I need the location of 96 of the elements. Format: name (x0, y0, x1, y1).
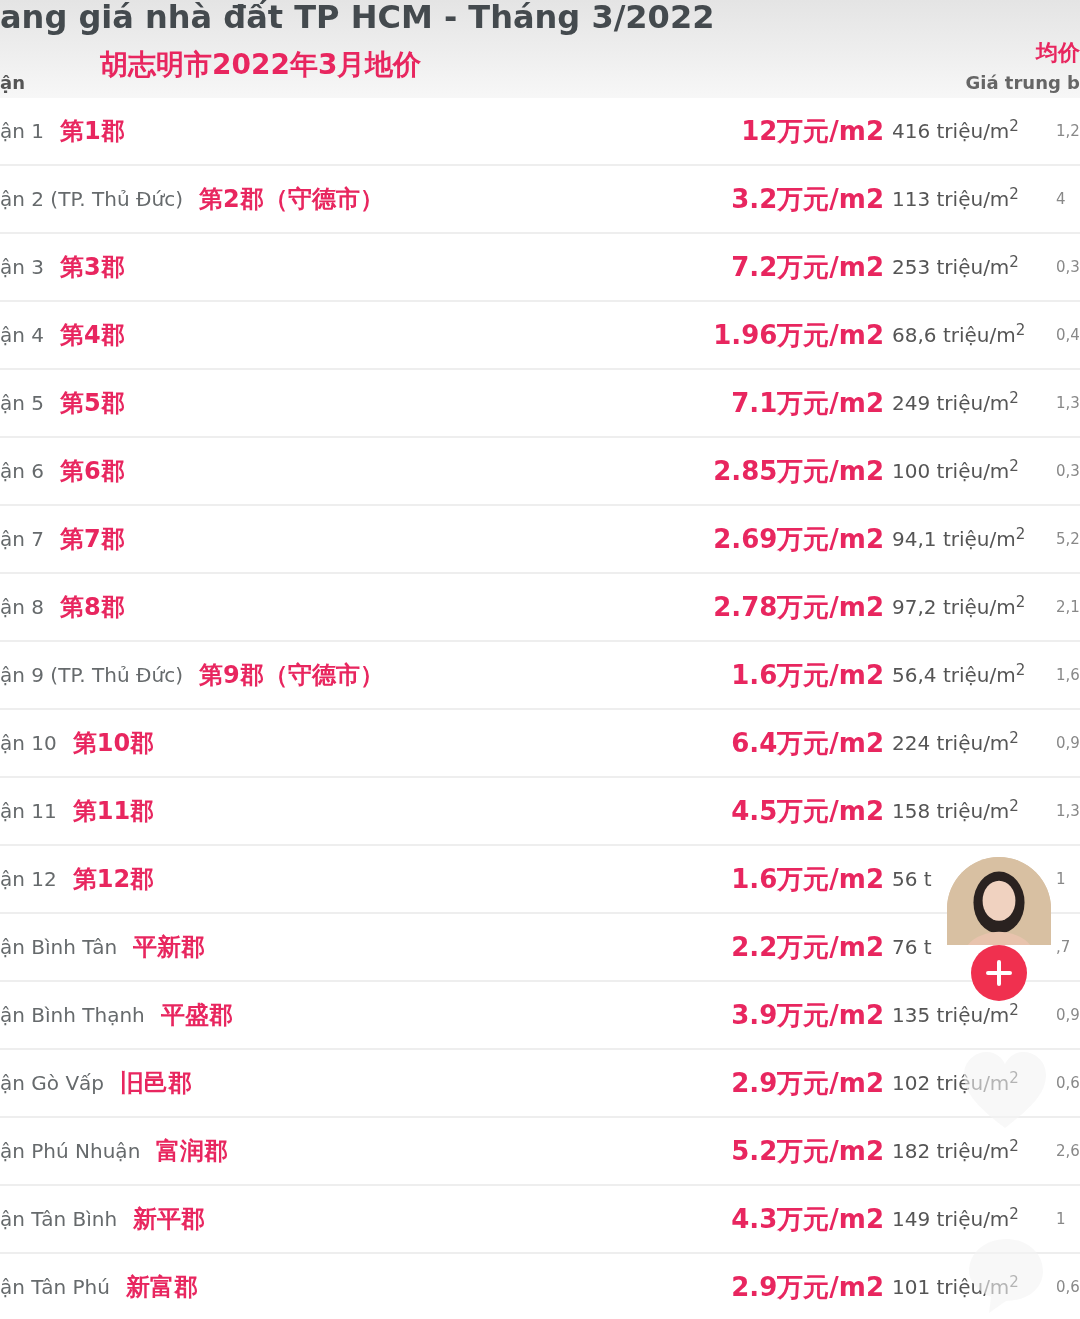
district-name-chinese: 第1郡 (60, 116, 125, 147)
district-name: ận 2 (TP. Thủ Đức) (0, 186, 183, 213)
price-yuan: 4.5万元/m2 (730, 794, 884, 828)
table-cell-text: 0,9 (1056, 1004, 1080, 1026)
district-name-chinese: 第6郡 (60, 456, 125, 487)
district-name: ận 10 (0, 730, 57, 757)
table-cell-text: 1 (1056, 868, 1067, 890)
price-vnd: 68,6 triệu/m$^{2}$ (892, 320, 1027, 349)
district-name: ận 1 (0, 118, 44, 145)
district-name: ận 11 (0, 798, 57, 825)
district-name-chinese: 第7郡 (60, 524, 125, 555)
price-yuan: 6.4万元/m2 (730, 726, 884, 760)
price-vnd: 56 t (892, 866, 933, 893)
price-yuan: 3.2万元/m2 (730, 182, 884, 216)
price-vnd: 101 triệu/m$^{2}$ (892, 1272, 1020, 1301)
price-vnd: 100 triệu/m$^{2}$ (892, 456, 1020, 485)
price-yuan: 2.2万元/m2 (730, 930, 884, 964)
price-vnd: 224 triệu/m$^{2}$ (892, 728, 1020, 757)
district-name-chinese: 新平郡 (133, 1204, 206, 1235)
district-name-chinese: 第10郡 (72, 728, 155, 759)
price-yuan: 5.2万元/m2 (730, 1134, 884, 1168)
district-name-chinese: 新富郡 (125, 1272, 198, 1303)
price-yuan: 2.78万元/m2 (712, 590, 884, 624)
price-yuan: 1.6万元/m2 (730, 658, 884, 692)
table-cell-text: 0,3 (1056, 460, 1080, 482)
district-name-chinese: 富润郡 (156, 1136, 229, 1167)
district-name: ận 5 (0, 390, 44, 417)
price-vnd: 416 triệu/m$^{2}$ (892, 116, 1020, 145)
district-name: ận 4 (0, 322, 44, 349)
district-name: ận Phú Nhuận (0, 1138, 141, 1165)
plus-icon (985, 959, 1013, 987)
price-yuan: 1.96万元/m2 (712, 318, 884, 352)
price-yuan: 3.9万元/m2 (730, 998, 884, 1032)
price-vnd: 253 triệu/m$^{2}$ (892, 252, 1020, 281)
district-name-chinese: 第9郡（守德市） (198, 660, 384, 691)
price-vnd: 76 t (892, 934, 933, 961)
price-vnd: 249 triệu/m$^{2}$ (892, 388, 1020, 417)
district-name-chinese: 第4郡 (60, 320, 125, 351)
district-name-chinese: 第5郡 (60, 388, 125, 419)
price-vnd: 149 triệu/m$^{2}$ (892, 1204, 1020, 1233)
table-cell-text: 0,9 (1056, 732, 1080, 754)
district-name: ận Bình Tân (0, 934, 118, 961)
table-cell-text: 0,6 (1056, 1072, 1080, 1094)
table-cell-text: 1,2 (1056, 120, 1080, 142)
price-yuan: 1.6万元/m2 (730, 862, 884, 896)
district-name: ận 7 (0, 526, 44, 553)
district-name: ận 3 (0, 254, 44, 281)
district-name: ận 8 (0, 594, 44, 621)
table-cell-text: 0,4 (1056, 324, 1080, 346)
price-vnd: 56,4 triệu/m$^{2}$ (892, 660, 1027, 689)
price-vnd: 113 triệu/m$^{2}$ (892, 184, 1020, 213)
column-header-chinese: 均价 (1036, 39, 1080, 67)
table-cell-text: 5,2 (1056, 528, 1080, 550)
district-name: ận 9 (TP. Thủ Đức) (0, 662, 183, 689)
district-name: ận Bình Thạnh (0, 1002, 145, 1029)
price-vnd: 135 triệu/m$^{2}$ (892, 1000, 1020, 1029)
district-name: ận Tân Bình (0, 1206, 118, 1233)
page-title: ang giá nhà đất TP HCM - Tháng 3/2022 (0, 0, 716, 36)
district-name: ận Tân Phú (0, 1274, 110, 1301)
table-cell-text: 1,6 (1056, 664, 1080, 686)
price-vnd: 102 triệu/m$^{2}$ (892, 1068, 1020, 1097)
price-yuan: 2.9万元/m2 (730, 1270, 884, 1304)
district-name-chinese: 第8郡 (60, 592, 125, 623)
district-name: ận 12 (0, 866, 57, 893)
price-vnd: 94,1 triệu/m$^{2}$ (892, 524, 1027, 553)
price-vnd: 158 triệu/m$^{2}$ (892, 796, 1020, 825)
district-name-chinese: 旧邑郡 (120, 1068, 192, 1099)
district-name-chinese: 平新郡 (133, 932, 206, 963)
price-yuan: 7.2万元/m2 (730, 250, 884, 284)
district-name-chinese: 第11郡 (72, 796, 155, 827)
column-header: ận (0, 71, 26, 95)
table-cell-text: 0,6 (1056, 1276, 1080, 1298)
price-yuan: 2.69万元/m2 (712, 522, 884, 556)
price-yuan: 2.85万元/m2 (712, 454, 884, 488)
price-yuan: 2.9万元/m2 (730, 1066, 884, 1100)
district-name-chinese: 第12郡 (72, 864, 155, 895)
price-yuan: 7.1万元/m2 (730, 386, 884, 420)
district-name-chinese: 第2郡（守德市） (198, 184, 384, 215)
table-cell-text: 1,3 (1056, 800, 1080, 822)
price-vnd: 182 triệu/m$^{2}$ (892, 1136, 1020, 1165)
table-cell-text: ,7 (1056, 936, 1072, 958)
district-name: ận Gò Vấp (0, 1070, 104, 1097)
price-vnd: 97,2 triệu/m$^{2}$ (892, 592, 1027, 621)
table-cell-text: 2,6 (1056, 1140, 1080, 1162)
district-name: ận 6 (0, 458, 44, 485)
price-yuan: 12万元/m2 (740, 114, 884, 148)
column-header: Giá trung b (965, 71, 1080, 95)
district-name-chinese: 平盛郡 (160, 1000, 233, 1031)
table-cell-text: 1,3 (1056, 392, 1080, 414)
table-cell-text: 2,1 (1056, 596, 1080, 618)
subtitle: 胡志明市2022年3月地价 (100, 47, 422, 83)
table-cell-text: 1 (1056, 1208, 1067, 1230)
price-yuan: 4.3万元/m2 (730, 1202, 884, 1236)
table-cell-text: 4 (1056, 188, 1067, 210)
district-name-chinese: 第3郡 (60, 252, 125, 283)
table-cell-text: 0,3 (1056, 256, 1080, 278)
